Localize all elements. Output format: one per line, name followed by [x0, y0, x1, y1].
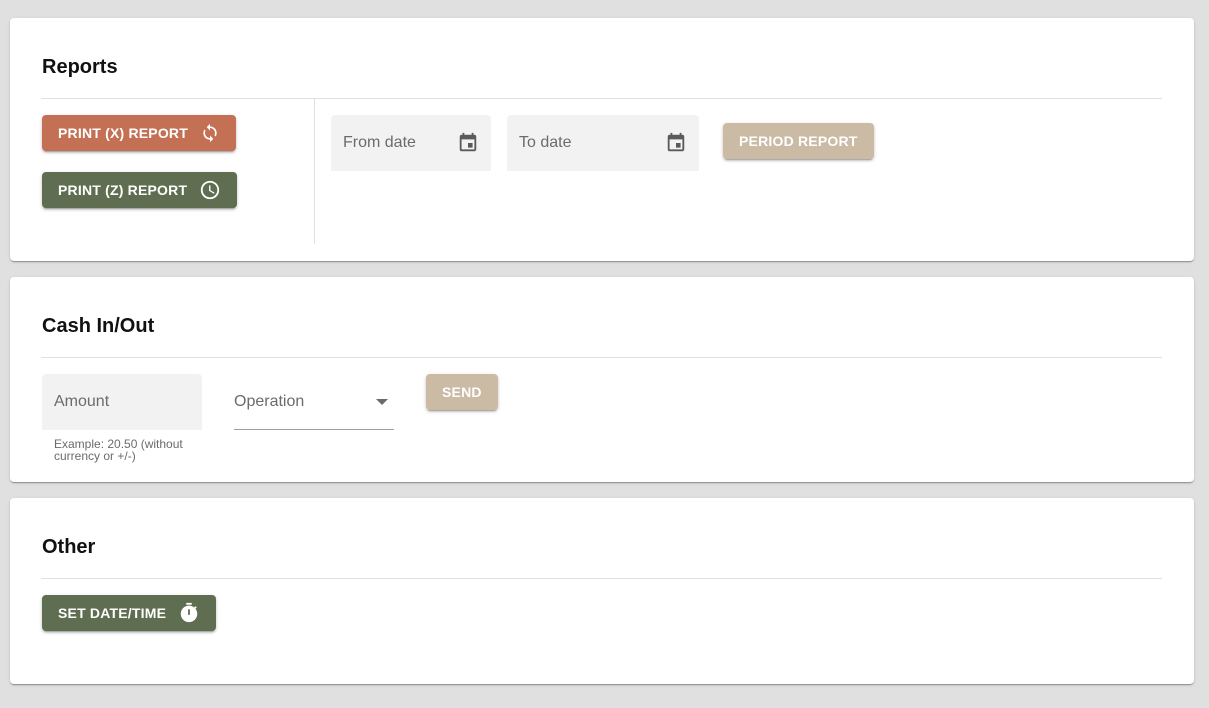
from-date-label: From date [343, 134, 416, 151]
other-divider [41, 578, 1162, 579]
print-x-report-button[interactable]: PRINT (X) REPORT [42, 115, 236, 151]
amount-label: Amount [54, 393, 110, 410]
clock-icon [199, 179, 221, 201]
to-date-label: To date [519, 134, 572, 151]
print-z-report-button[interactable]: PRINT (Z) REPORT [42, 172, 238, 208]
cash-divider [41, 357, 1162, 358]
print-z-report-label: PRINT (Z) REPORT [58, 182, 188, 198]
calendar-icon[interactable] [665, 132, 687, 154]
set-datetime-button[interactable]: SET DATE/TIME [42, 595, 217, 631]
reports-vertical-divider [314, 98, 315, 244]
amount-field[interactable]: Amount [42, 374, 202, 430]
other-title: Other [42, 536, 96, 558]
sync-icon [200, 123, 220, 143]
reports-card: Reports PRINT (X) REPORT PRINT (Z) REPOR… [10, 18, 1194, 261]
send-label: SEND [442, 384, 482, 400]
period-report-label: PERIOD REPORT [739, 133, 858, 149]
operation-label: Operation [234, 392, 305, 410]
operation-select[interactable]: Operation [234, 374, 394, 430]
stopwatch-icon [178, 602, 200, 624]
reports-title: Reports [42, 56, 118, 78]
calendar-icon[interactable] [457, 132, 479, 154]
reports-divider [41, 98, 1162, 99]
send-button[interactable]: SEND [426, 374, 498, 410]
period-report-button[interactable]: PERIOD REPORT [723, 123, 874, 159]
from-date-field[interactable]: From date [331, 115, 491, 171]
dropdown-arrow-icon [376, 398, 388, 405]
other-card: Other SET DATE/TIME [10, 498, 1194, 684]
cash-title: Cash In/Out [42, 315, 155, 337]
cash-card: Cash In/Out Amount Example: 20.50 (witho… [10, 277, 1194, 482]
set-datetime-label: SET DATE/TIME [58, 605, 167, 621]
amount-hint: Example: 20.50 (without currency or +/-) [54, 437, 183, 463]
print-x-report-label: PRINT (X) REPORT [58, 125, 188, 141]
to-date-field[interactable]: To date [507, 115, 699, 171]
